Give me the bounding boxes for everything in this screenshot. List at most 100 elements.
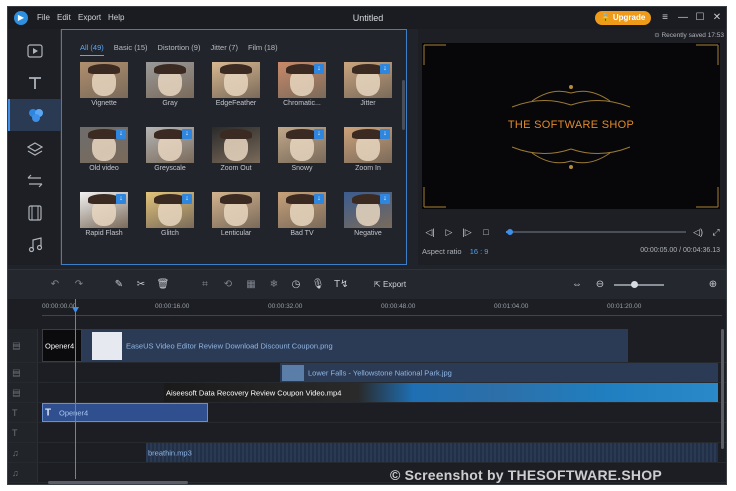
effect-item[interactable]: ↓ Jitter [344,62,392,114]
sidebar-item-film[interactable] [8,197,61,229]
effect-item[interactable]: ↓ Rapid Flash [80,192,128,244]
clip-label: Lower Falls - Yellowstone National Park.… [308,368,452,377]
preview-seek-bar[interactable] [506,229,686,235]
tab-all[interactable]: All (49) [80,42,104,56]
sidebar-item-text[interactable] [8,67,61,99]
effects-scrollbar[interactable] [402,80,405,130]
trash-icon[interactable]: 🗑 [156,278,170,292]
tab-jitter[interactable]: Jitter (7) [210,42,238,56]
download-icon[interactable]: ↓ [182,129,192,139]
crop-icon[interactable]: ⌗ [198,278,212,292]
effect-item[interactable]: EdgeFeather [212,62,260,114]
zoom-out-icon[interactable]: ⊖ [593,278,607,292]
menu-file[interactable]: File [37,7,50,29]
clip-text-1[interactable]: T Opener4 [42,403,208,422]
redo-icon[interactable]: ↷ [72,278,86,292]
effect-label: Zoom In [355,165,381,172]
clip-audio-1[interactable]: breathin.mp3 [146,443,718,462]
stop-icon[interactable]: □ [480,227,492,237]
download-icon[interactable]: ↓ [380,194,390,204]
aspect-ratio-value[interactable]: 16 : 9 [470,247,489,256]
upgrade-button[interactable]: 🔒 Upgrade [595,11,651,25]
tab-film[interactable]: Film (18) [248,42,278,56]
rotate-icon[interactable]: ⟲ [221,278,235,292]
sidebar-item-music[interactable] [8,229,61,261]
timeline-horizontal-scrollbar[interactable] [48,481,188,484]
clip-video-1[interactable]: Aiseesoft Data Recovery Review Coupon Vi… [164,383,718,402]
effect-item[interactable]: Vignette [80,62,128,114]
fit-timeline-icon[interactable]: ⇔ [570,278,584,292]
video-track-icon: ▤ [12,340,21,350]
effect-item[interactable]: ↓ Snowy [278,127,326,179]
tab-basic[interactable]: Basic (15) [114,42,148,56]
clip-opener-video[interactable]: Opener4 [42,329,82,362]
playhead[interactable] [75,299,76,479]
effect-item[interactable]: ↓ Bad TV [278,192,326,244]
effect-thumbnail [212,62,260,98]
close-icon[interactable]: ✕ [710,10,724,26]
track-video-1: ▤ Opener4 EaseUS Video Editor Review Dow… [8,329,726,363]
effect-label: Gray [162,100,178,107]
prev-frame-icon[interactable]: ◁| [424,227,436,238]
effect-item[interactable]: Lenticular [212,192,260,244]
pen-icon[interactable]: ✎ [112,278,126,292]
effect-item[interactable]: ↓ Glitch [146,192,194,244]
download-icon[interactable]: ↓ [314,64,324,74]
timeline-vertical-scrollbar[interactable] [721,329,724,449]
time-ruler[interactable]: 00:00:00.00 00:00:16.00 00:00:32.00 00:0… [42,299,722,319]
media-icon [26,44,43,58]
download-icon[interactable]: ↓ [116,194,126,204]
effect-item[interactable]: ↓ Negative [344,192,392,244]
freeze-icon[interactable]: ❄ [267,278,281,292]
effect-item[interactable]: Zoom Out [212,127,260,179]
maximize-icon[interactable]: ☐ [693,10,707,26]
clip-thumbnail [92,332,122,360]
timer-icon[interactable]: ◷ [289,278,303,292]
next-frame-icon[interactable]: |▷ [461,227,473,238]
zoom-slider-handle[interactable] [631,281,638,288]
effect-item[interactable]: ↓ Greyscale [146,127,194,179]
ruler-label: 00:01:20.00 [607,303,642,310]
effect-thumbnail: ↓ [344,127,392,163]
sidebar-item-effects[interactable] [8,99,61,131]
effect-item[interactable]: ↓ Old video [80,127,128,179]
export-button[interactable]: ⇱ Export [374,277,406,293]
effect-item[interactable]: ↓ Chromatic... [278,62,326,114]
menu-export[interactable]: Export [78,7,101,29]
volume-icon[interactable]: ◁) [692,227,704,238]
scissors-icon[interactable]: ✂ [134,278,148,292]
zoom-in-icon[interactable]: ⊕ [706,278,720,292]
effect-thumbnail: ↓ [146,127,194,163]
tts-icon[interactable]: T↯ [334,278,349,292]
download-icon[interactable]: ↓ [116,129,126,139]
download-icon[interactable]: ↓ [314,129,324,139]
download-icon[interactable]: ↓ [314,194,324,204]
mic-icon[interactable]: 🎙 [311,278,325,292]
effect-label: EdgeFeather [215,100,257,107]
aspect-ratio-label: Aspect ratio [422,247,462,256]
download-icon[interactable]: ↓ [380,129,390,139]
menu-icon[interactable]: ≡ [658,10,672,26]
sidebar-item-media[interactable] [8,35,61,67]
effect-item[interactable]: Gray [146,62,194,114]
effect-item[interactable]: ↓ Zoom In [344,127,392,179]
menu-edit[interactable]: Edit [57,7,71,29]
effect-label: Greyscale [154,165,186,172]
seek-handle[interactable] [506,229,513,235]
clip-image-2[interactable]: Lower Falls - Yellowstone National Park.… [280,363,718,382]
tab-distortion[interactable]: Distortion (9) [158,42,201,56]
download-icon[interactable]: ↓ [182,194,192,204]
fullscreen-icon[interactable]: ⤢ [710,227,722,238]
mosaic-icon[interactable]: ▦ [244,278,258,292]
undo-icon[interactable]: ↶ [48,278,62,292]
track-header: T [8,403,38,422]
minimize-icon[interactable]: — [676,10,690,26]
play-icon[interactable]: ▷ [443,227,455,238]
sidebar-item-transitions[interactable] [8,165,61,197]
layers-icon [26,142,43,156]
clip-image-1[interactable]: EaseUS Video Editor Review Download Disc… [82,329,628,362]
download-icon[interactable]: ↓ [380,64,390,74]
sidebar-item-layers[interactable] [8,133,61,165]
zoom-slider[interactable] [614,284,664,286]
menu-help[interactable]: Help [108,7,124,29]
